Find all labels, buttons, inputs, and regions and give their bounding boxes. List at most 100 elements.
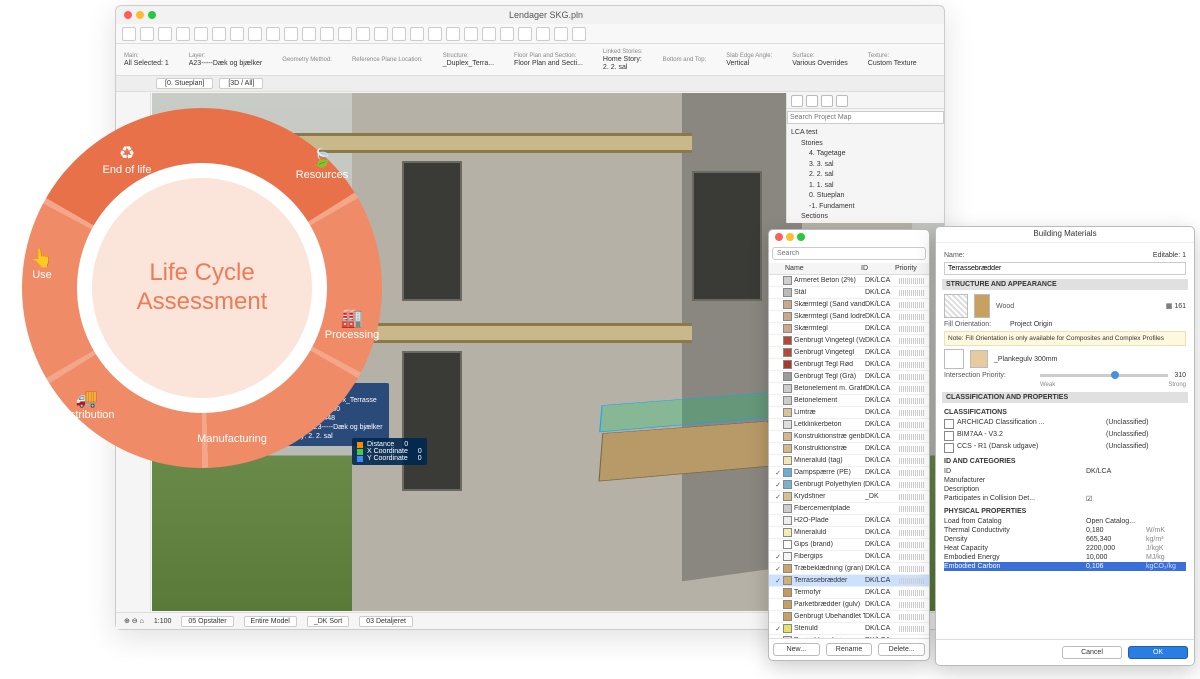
property-row[interactable]: Density665,340kg/m³: [944, 535, 1186, 544]
tool-icon[interactable]: [266, 27, 280, 41]
nav-icon[interactable]: [806, 95, 818, 107]
material-row[interactable]: MineraluldDK/LCA: [769, 527, 929, 539]
view-preset[interactable]: _DK Sort: [307, 616, 349, 627]
rename-material-button[interactable]: Rename: [826, 643, 873, 656]
zoom-icon[interactable]: [797, 233, 805, 241]
tool-icon[interactable]: [230, 27, 244, 41]
project-tree[interactable]: LCA test Stories 4. Tagetage 3. 3. sal 2…: [787, 126, 944, 225]
material-row[interactable]: LetklinkerbetonDK/LCA: [769, 419, 929, 431]
tool-icon[interactable]: [554, 27, 568, 41]
material-row[interactable]: Betonelement m. GrafittiDK/LCA: [769, 383, 929, 395]
nav-icon[interactable]: [791, 95, 803, 107]
tool-icon[interactable]: [374, 27, 388, 41]
material-row[interactable]: Genbrugt Vingetegl (Vand...DK/LCA: [769, 335, 929, 347]
nav-icon[interactable]: [836, 95, 848, 107]
zoom-icon[interactable]: [148, 11, 156, 19]
material-row[interactable]: ✓TerrassebrædderDK/LCA: [769, 575, 929, 587]
tool-icon[interactable]: [176, 27, 190, 41]
tool-icon[interactable]: [464, 27, 478, 41]
tool-icon[interactable]: [428, 27, 442, 41]
material-row[interactable]: LimtræDK/LCA: [769, 407, 929, 419]
view-preset[interactable]: Entire Model: [244, 616, 297, 627]
property-row[interactable]: Heat Capacity2200,000J/kgK: [944, 544, 1186, 553]
material-row[interactable]: Skærmtegl (Sand lodret)DK/LCA: [769, 311, 929, 323]
material-row[interactable]: Armeret Beton (2%)DK/LCA: [769, 275, 929, 287]
fill-orientation-dropdown[interactable]: Project Origin: [1010, 321, 1052, 328]
layer-dropdown[interactable]: A23-----Dæk og bjælker: [189, 60, 263, 67]
material-name-input[interactable]: [944, 262, 1186, 275]
home-story-dropdown[interactable]: 2. 2. sal: [603, 64, 643, 71]
tool-icon[interactable]: [194, 27, 208, 41]
tool-icon[interactable]: [122, 27, 136, 41]
fill-icon[interactable]: [944, 294, 968, 318]
material-row[interactable]: ✓Dampspærre (PE)DK/LCA: [769, 467, 929, 479]
minimize-icon[interactable]: [136, 11, 144, 19]
material-row[interactable]: Parketbrædder (gulv)DK/LCA: [769, 599, 929, 611]
tab-3d[interactable]: [3D / All]: [219, 78, 263, 89]
material-row[interactable]: SkærmteglDK/LCA: [769, 323, 929, 335]
property-row[interactable]: Embodied Carbon0,106kgCO₂/kg: [944, 562, 1186, 571]
tool-icon[interactable]: [536, 27, 550, 41]
tool-icon[interactable]: [392, 27, 406, 41]
material-row[interactable]: ✓StenuldDK/LCA: [769, 623, 929, 635]
tool-icon[interactable]: [284, 27, 298, 41]
cancel-button[interactable]: Cancel: [1062, 646, 1122, 659]
material-row[interactable]: Genbrugt VingeteglDK/LCA: [769, 347, 929, 359]
property-row[interactable]: Embodied Energy10,000MJ/kg: [944, 553, 1186, 562]
tool-icon[interactable]: [320, 27, 334, 41]
view-preset[interactable]: 03 Detaljeret: [359, 616, 413, 627]
material-row[interactable]: H2O-PladeDK/LCA: [769, 515, 929, 527]
tool-icon[interactable]: [158, 27, 172, 41]
scale[interactable]: 1:100: [154, 618, 172, 625]
priority-slider[interactable]: [1040, 374, 1168, 377]
tool-icon[interactable]: [500, 27, 514, 41]
material-row[interactable]: Konstruktionstræ genbrugDK/LCA: [769, 431, 929, 443]
tool-icon[interactable]: [446, 27, 460, 41]
surface-dropdown[interactable]: Various Overrides: [792, 60, 848, 67]
material-row[interactable]: ✓Genbrugt Polyethylen (PE)DK/LCA: [769, 479, 929, 491]
tool-icon[interactable]: [338, 27, 352, 41]
close-icon[interactable]: [124, 11, 132, 19]
tool-icon[interactable]: [212, 27, 226, 41]
open-catalog-link[interactable]: Open Catalog...: [1086, 518, 1186, 525]
surface-dropdown[interactable]: _Plankegulv 300mm: [994, 356, 1057, 363]
material-row[interactable]: ✓Træbeklædning (gran)DK/LCA: [769, 563, 929, 575]
material-row[interactable]: Genbrugt Tegl (Grå)DK/LCA: [769, 371, 929, 383]
material-row[interactable]: Genbrugt Tegl RødDK/LCA: [769, 359, 929, 371]
ok-button[interactable]: OK: [1128, 646, 1188, 659]
fps-dropdown[interactable]: Floor Plan and Secti...: [514, 60, 583, 67]
tool-icon[interactable]: [248, 27, 262, 41]
tool-icon[interactable]: [410, 27, 424, 41]
view-preset[interactable]: 05 Opstalter: [181, 616, 233, 627]
minimize-icon[interactable]: [786, 233, 794, 241]
tool-icon[interactable]: [518, 27, 532, 41]
navigator-search[interactable]: [787, 111, 944, 124]
material-row[interactable]: Gips (brand)DK/LCA: [769, 539, 929, 551]
pen-field[interactable]: ▦ 161: [1166, 302, 1186, 310]
material-row[interactable]: ✓Krydsfiner_DK: [769, 491, 929, 503]
tool-icon[interactable]: [302, 27, 316, 41]
materials-search[interactable]: [772, 247, 926, 260]
tab-floorplan[interactable]: [0. Stueplan]: [156, 78, 213, 89]
tool-icon[interactable]: [572, 27, 586, 41]
zoom-controls[interactable]: ⊕ ⊖ ⌂: [124, 617, 144, 625]
surface-swatch-icon[interactable]: [970, 350, 988, 368]
material-row[interactable]: Fibercementplade: [769, 503, 929, 515]
surface-swatch-icon[interactable]: [974, 294, 990, 318]
material-row[interactable]: KonstruktionstræDK/LCA: [769, 443, 929, 455]
material-row[interactable]: Skærmtegl (Sand vandret)DK/LCA: [769, 299, 929, 311]
structure-dropdown[interactable]: _Duplex_Terra...: [443, 60, 494, 67]
material-row[interactable]: BetonelementDK/LCA: [769, 395, 929, 407]
delete-material-button[interactable]: Delete...: [878, 643, 925, 656]
tool-icon[interactable]: [356, 27, 370, 41]
materials-rows[interactable]: Armeret Beton (2%)DK/LCAStålDK/LCASkærmt…: [769, 275, 929, 638]
tool-icon[interactable]: [482, 27, 496, 41]
material-row[interactable]: Mineraluld (tag)DK/LCA: [769, 455, 929, 467]
close-icon[interactable]: [775, 233, 783, 241]
material-row[interactable]: Genbrugt Ubehandlet TræDK/LCA: [769, 611, 929, 623]
property-row[interactable]: Thermal Conductivity0,180W/mK: [944, 526, 1186, 535]
material-row[interactable]: ✓FibergipsDK/LCA: [769, 551, 929, 563]
link-icon[interactable]: [944, 349, 964, 369]
material-row[interactable]: TermofyrDK/LCA: [769, 587, 929, 599]
tool-icon[interactable]: [140, 27, 154, 41]
